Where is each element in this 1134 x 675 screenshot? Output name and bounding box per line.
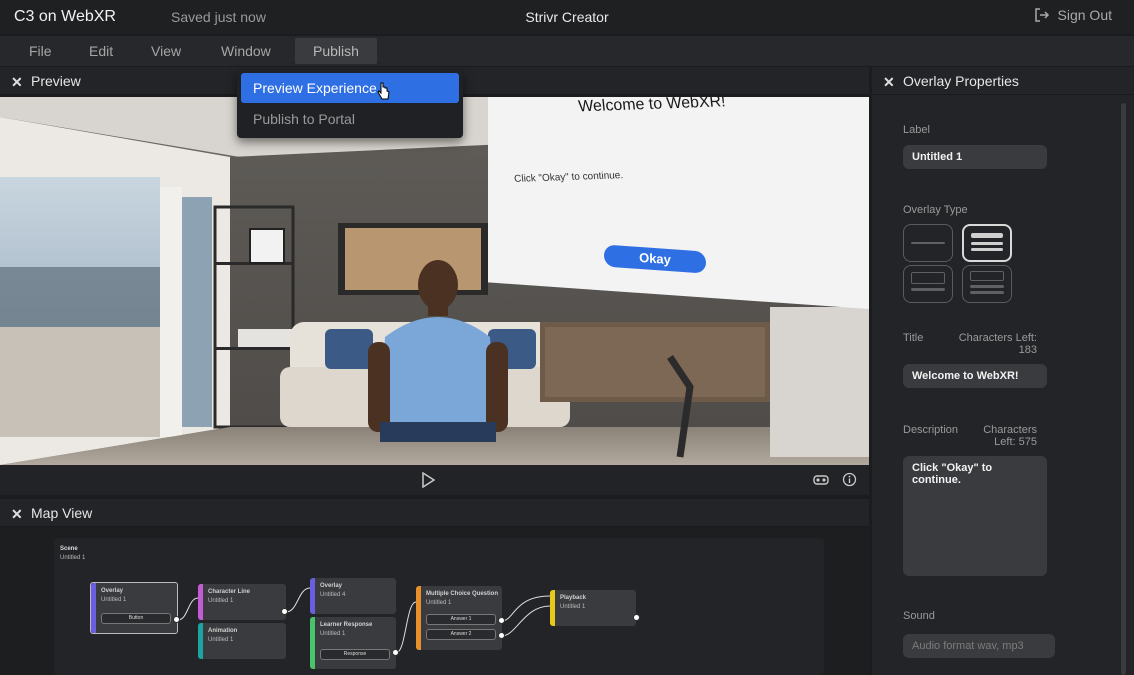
okay-button[interactable]: Okay xyxy=(604,244,706,274)
node-playback[interactable]: Playback Untitled 1 xyxy=(550,590,636,626)
menu-publish[interactable]: Publish xyxy=(295,38,377,64)
label-caption: Label xyxy=(903,124,930,136)
close-icon[interactable]: ✕ xyxy=(11,74,23,91)
preview-viewport[interactable]: Welcome to WebXR! Click "Okay" to contin… xyxy=(0,97,869,465)
node-animation[interactable]: Animation Untitled 1 xyxy=(198,623,286,659)
node-title: Multiple Choice Question xyxy=(426,591,499,597)
sound-caption: Sound xyxy=(903,610,935,622)
node-button[interactable]: Button xyxy=(101,613,171,624)
map-canvas[interactable]: Scene Untitled 1 Overlay Untitled 1 Butt… xyxy=(0,528,869,675)
node-title: Character Line xyxy=(208,589,251,595)
props-title: Overlay Properties xyxy=(903,73,1019,89)
menu-file[interactable]: File xyxy=(11,38,70,64)
overlay-type-image[interactable] xyxy=(903,265,953,303)
node-name: Untitled 1 xyxy=(101,597,127,603)
node-learner-response[interactable]: Learner Response Untitled 1 Response xyxy=(310,617,396,669)
sound-field[interactable]: Audio format wav, mp3 xyxy=(903,634,1055,658)
welcome-dialog: Welcome to WebXR! Click "Okay" to contin… xyxy=(488,97,869,310)
sign-out-button[interactable]: Sign Out xyxy=(1034,7,1112,23)
node-overlay[interactable]: Overlay Untitled 1 Button xyxy=(90,582,178,634)
answer-2-button[interactable]: Answer 2 xyxy=(426,629,496,640)
title-chars-count: 183 xyxy=(1018,344,1037,356)
overlay-type-image-text[interactable] xyxy=(962,265,1012,303)
title-chars-left: Characters Left: xyxy=(958,332,1037,344)
node-name: Untitled 4 xyxy=(320,592,346,598)
description-caption: Description xyxy=(903,424,959,436)
save-status: Saved just now xyxy=(171,9,266,25)
preview-title: Preview xyxy=(31,73,81,89)
publish-dropdown: Preview Experience Publish to Portal xyxy=(237,70,463,138)
node-name: Untitled 1 xyxy=(560,604,586,610)
overlay-properties-panel: ✕ Overlay Properties Label Untitled 1 Ov… xyxy=(872,67,1134,675)
node-port[interactable] xyxy=(498,632,505,639)
node-port[interactable] xyxy=(392,649,399,656)
node-title: Playback xyxy=(560,595,587,601)
mapview-panel-header: ✕ Map View xyxy=(0,499,869,527)
close-icon[interactable]: ✕ xyxy=(883,74,895,91)
info-icon[interactable] xyxy=(842,472,857,487)
node-title: Overlay xyxy=(320,583,343,589)
node-port[interactable] xyxy=(281,608,288,615)
desc-chars-left: Characters xyxy=(983,424,1037,436)
close-icon[interactable]: ✕ xyxy=(11,506,23,523)
app-title: C3 on WebXR xyxy=(14,8,116,25)
props-panel-header: ✕ Overlay Properties xyxy=(872,67,1134,95)
sign-out-label: Sign Out xyxy=(1057,7,1112,23)
scene-container: Scene Untitled 1 Overlay Untitled 1 Butt… xyxy=(54,538,824,675)
node-port[interactable] xyxy=(633,614,640,621)
overlay-type-text[interactable] xyxy=(962,224,1012,262)
play-icon[interactable] xyxy=(421,472,435,488)
node-title: Overlay xyxy=(101,588,124,594)
node-name: Untitled 1 xyxy=(208,598,234,604)
node-name: Untitled 1 xyxy=(426,600,452,606)
label-field[interactable]: Untitled 1 xyxy=(903,145,1047,169)
pointer-cursor-icon xyxy=(377,82,390,100)
preview-controls xyxy=(0,465,869,495)
overlay-type-simple[interactable] xyxy=(903,224,953,262)
overlay-type-caption: Overlay Type xyxy=(903,204,968,216)
mapview-title: Map View xyxy=(31,505,93,521)
menu-edit[interactable]: Edit xyxy=(71,38,131,64)
node-name: Untitled 1 xyxy=(208,637,234,643)
title-caption: Title xyxy=(903,332,924,344)
node-multiple-choice[interactable]: Multiple Choice Question Untitled 1 Answ… xyxy=(416,586,502,650)
node-button[interactable]: Response xyxy=(320,649,390,660)
node-port[interactable] xyxy=(173,616,180,623)
scrollbar[interactable] xyxy=(1121,103,1126,675)
sign-out-icon xyxy=(1034,8,1049,22)
menu-window[interactable]: Window xyxy=(203,38,289,64)
node-overlay-4[interactable]: Overlay Untitled 4 xyxy=(310,578,396,614)
title-bar: C3 on WebXR Saved just now Strivr Creato… xyxy=(0,0,1134,34)
description-field[interactable]: Click "Okay" to continue. xyxy=(903,456,1047,576)
dialog-body: Click "Okay" to continue. xyxy=(513,170,624,185)
node-port[interactable] xyxy=(498,617,505,624)
preview-experience-item[interactable]: Preview Experience xyxy=(241,73,459,103)
menu-bar: File Edit View Window Publish xyxy=(0,36,1134,66)
answer-1-button[interactable]: Answer 1 xyxy=(426,614,496,625)
desc-chars-count: Left: 575 xyxy=(994,436,1037,448)
title-field[interactable]: Welcome to WebXR! xyxy=(903,364,1047,388)
vr-headset-icon[interactable] xyxy=(813,474,829,486)
dialog-title: Welcome to WebXR! xyxy=(577,97,727,116)
node-title: Learner Response xyxy=(320,622,373,628)
node-title: Animation xyxy=(208,628,238,634)
menu-view[interactable]: View xyxy=(133,38,199,64)
node-name: Untitled 1 xyxy=(320,631,346,637)
node-character-line[interactable]: Character Line Untitled 1 xyxy=(198,584,286,620)
publish-to-portal-item[interactable]: Publish to Portal xyxy=(241,104,459,134)
